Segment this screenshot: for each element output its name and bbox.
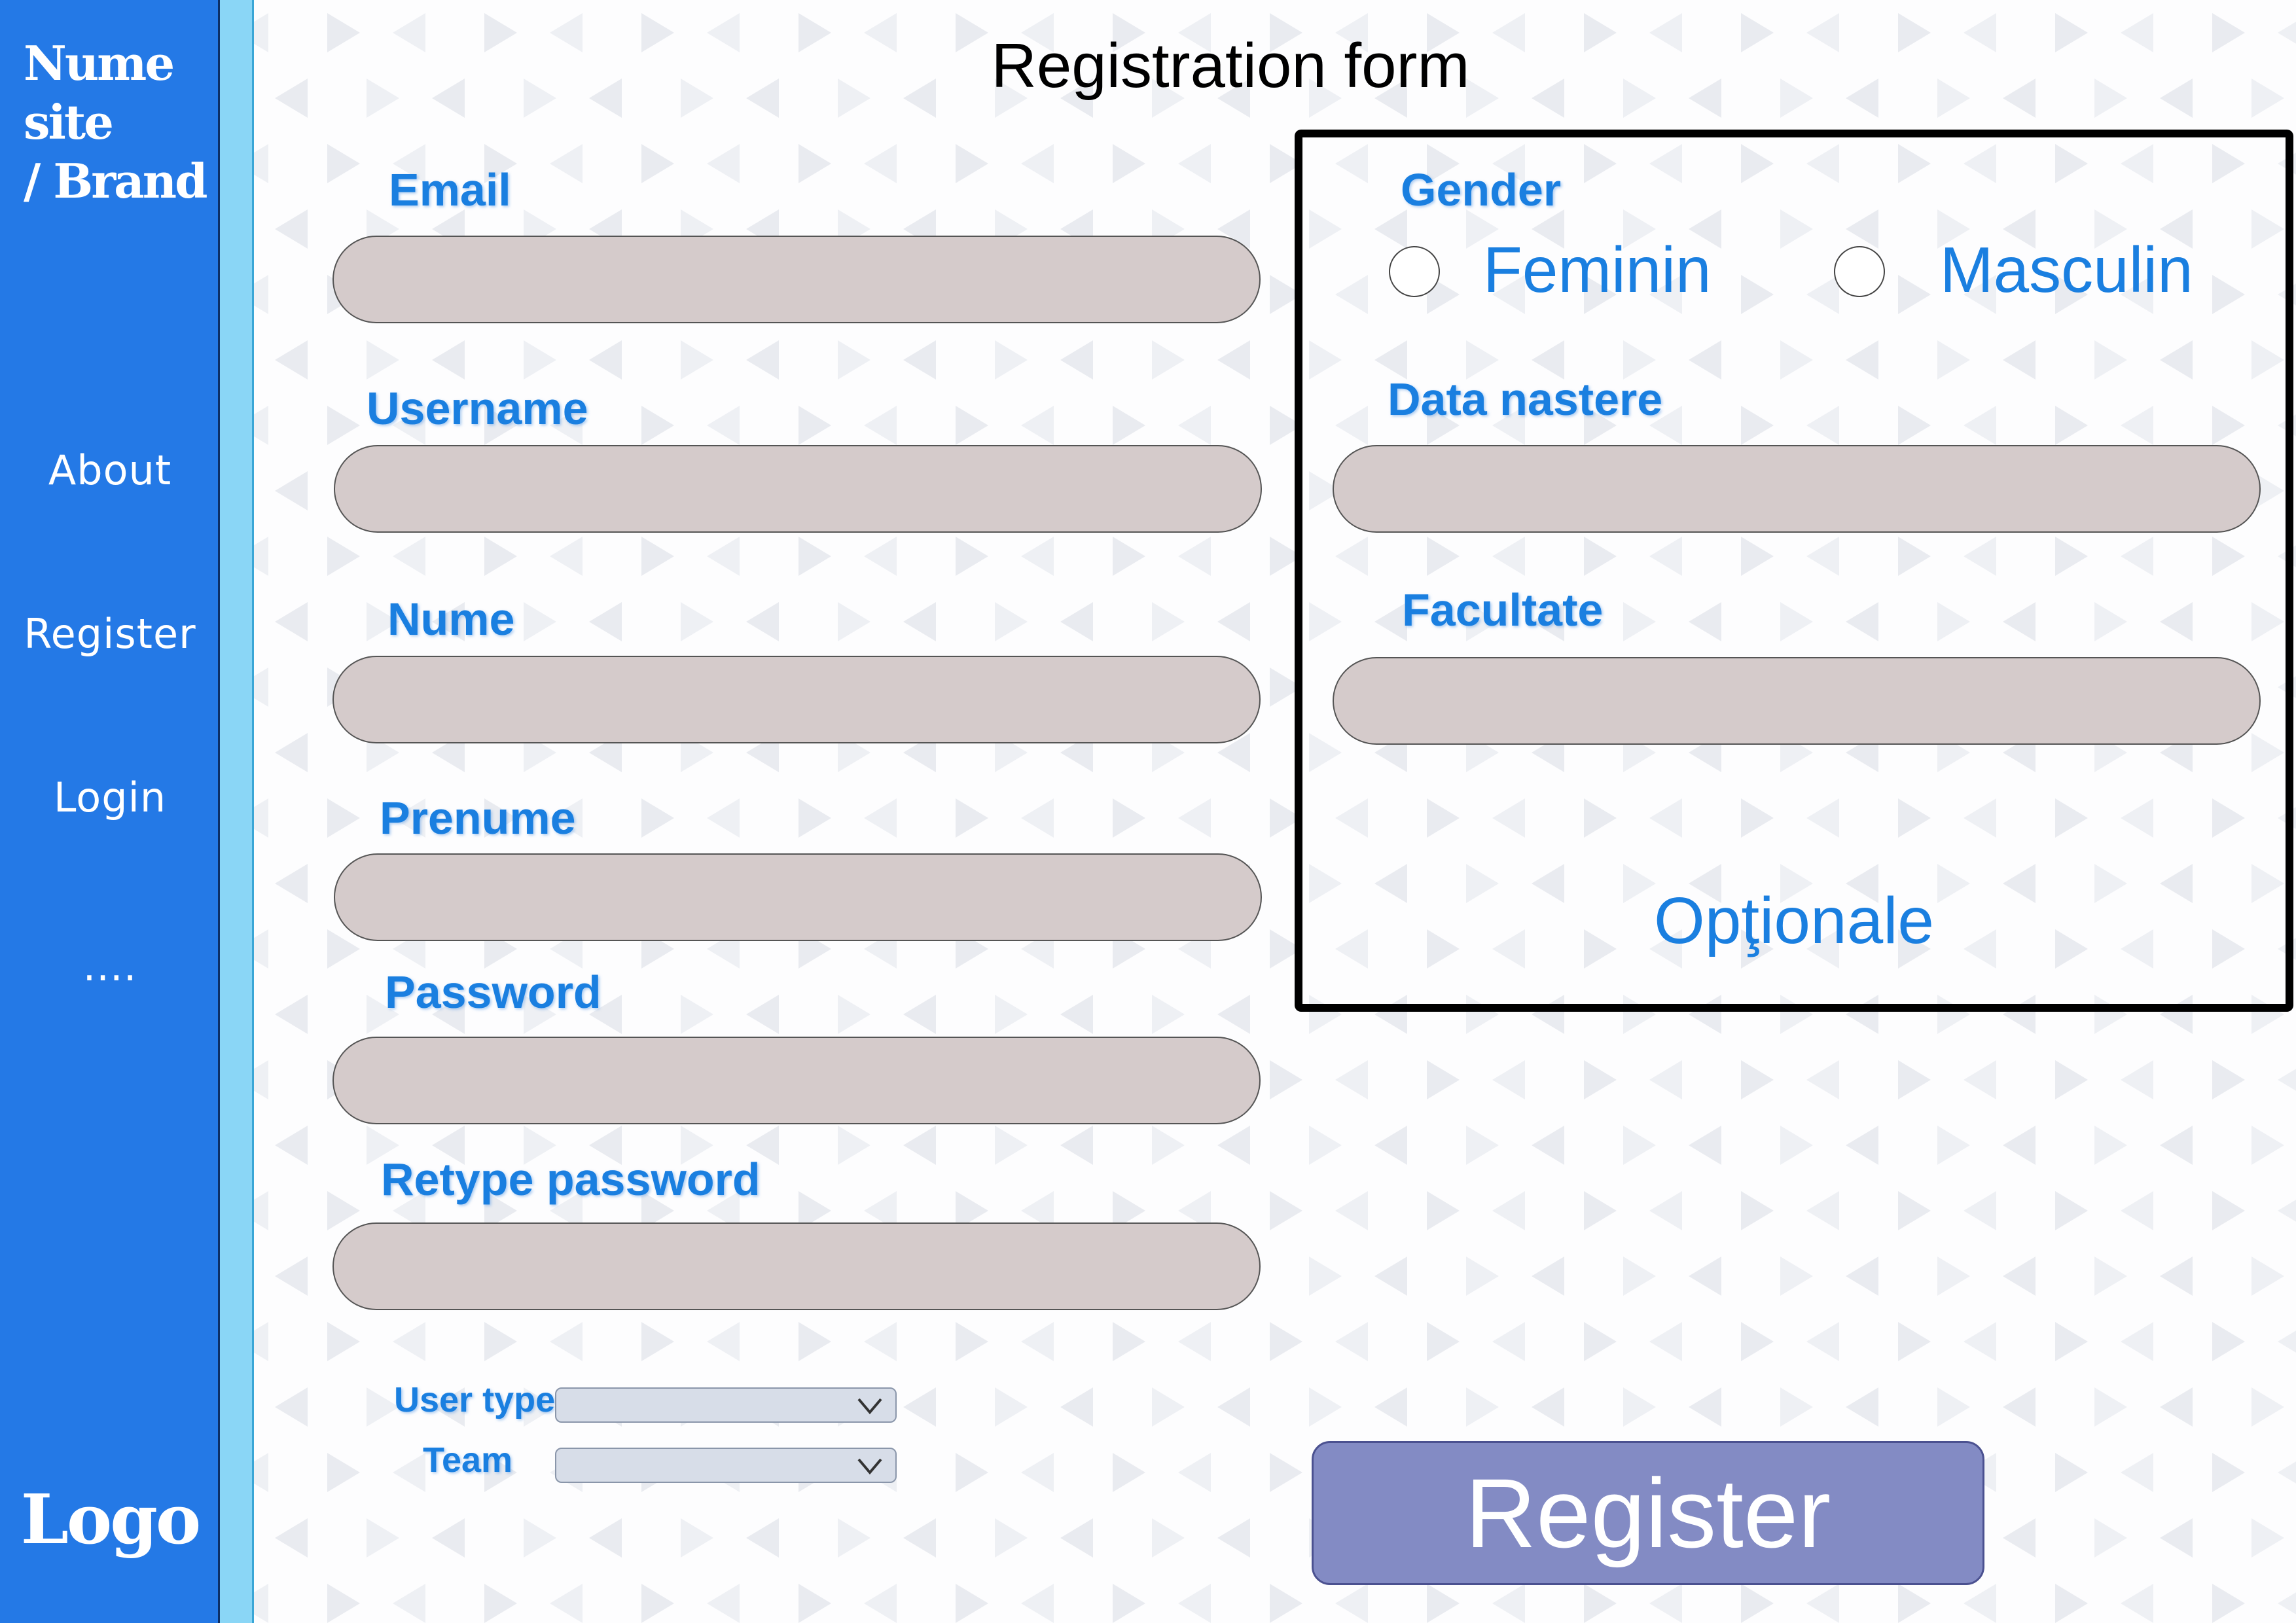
register-button[interactable]: Register [1312, 1441, 1984, 1585]
radio-feminin-label[interactable]: Feminin [1483, 233, 1712, 307]
faculty-label: Facultate [1402, 584, 1604, 635]
prenume-label: Prenume [380, 793, 576, 844]
sidebar-accent-stripe [220, 0, 254, 1623]
radio-feminin[interactable] [1389, 246, 1440, 297]
radio-masculin[interactable] [1834, 246, 1885, 297]
nav-item-more[interactable]: .... [0, 942, 220, 990]
nume-field[interactable] [332, 656, 1261, 743]
radio-masculin-label[interactable]: Masculin [1940, 233, 2193, 307]
prenume-field[interactable] [334, 853, 1262, 941]
nume-label: Nume [387, 594, 515, 645]
nav-item-about[interactable]: About [0, 446, 220, 494]
gender-label: Gender [1401, 164, 1562, 215]
birth-date-field[interactable] [1333, 445, 2261, 533]
nav-item-login[interactable]: Login [0, 774, 220, 821]
password-label: Password [385, 967, 601, 1018]
logo[interactable]: Logo [0, 1479, 220, 1560]
username-field[interactable] [334, 445, 1262, 533]
retype-password-label: Retype password [381, 1154, 761, 1205]
faculty-field[interactable] [1333, 657, 2261, 745]
email-field[interactable] [332, 236, 1261, 323]
user-type-label: User type [394, 1380, 556, 1419]
team-label: Team [423, 1440, 513, 1480]
team-select[interactable] [555, 1448, 897, 1483]
site-brand[interactable]: Nume site / Brand [24, 34, 213, 211]
username-label: Username [367, 383, 588, 434]
user-type-select[interactable] [555, 1387, 897, 1423]
nav-item-register[interactable]: Register [0, 610, 220, 658]
optional-caption: Opţionale [1653, 884, 1935, 957]
password-field[interactable] [332, 1037, 1261, 1124]
sidebar: Nume site / Brand About Register Login .… [0, 0, 220, 1623]
page-title: Registration form [991, 31, 1470, 101]
email-label: Email [389, 164, 511, 215]
chevron-down-icon [857, 1398, 882, 1415]
retype-password-field[interactable] [332, 1222, 1261, 1310]
chevron-down-icon [857, 1458, 882, 1475]
birth-date-label: Data nastere [1388, 374, 1663, 425]
